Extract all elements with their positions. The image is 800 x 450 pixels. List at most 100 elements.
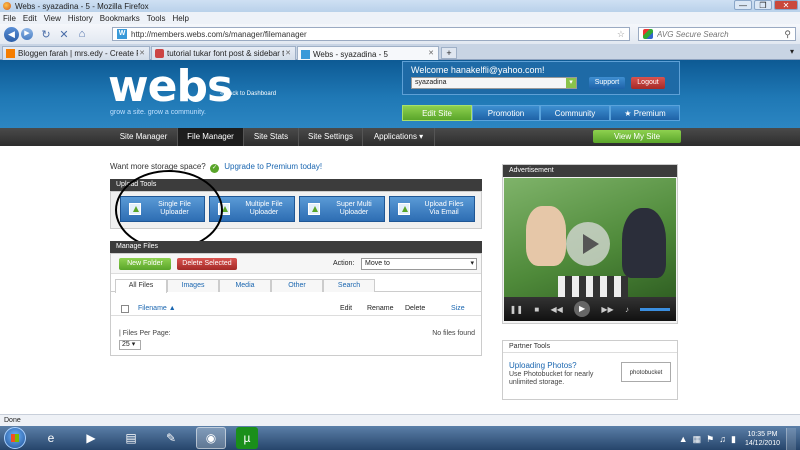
delete-selected-button[interactable]: Delete Selected (177, 258, 237, 270)
action-select[interactable]: Move to ▾ (361, 258, 477, 270)
files-per-page-select[interactable]: 25 ▾ (119, 340, 141, 350)
close-tab-icon[interactable]: ✕ (284, 50, 292, 58)
files-per-page-label: | Files Per Page: (119, 330, 171, 337)
maximize-button[interactable]: ❐ (754, 0, 772, 10)
rewind-icon[interactable]: ◀◀ (550, 305, 562, 314)
tab-webs[interactable]: Webs - syazadina - 5 ✕ (297, 46, 439, 61)
menu-file[interactable]: File (3, 14, 16, 23)
play-button-icon[interactable]: ▶ (574, 301, 591, 317)
upgrade-premium-link[interactable]: Upgrade to Premium today! (224, 162, 322, 171)
nav-site-stats[interactable]: Site Stats (244, 128, 299, 146)
address-bar[interactable]: W http://members.webs.com/s/manager/file… (112, 27, 630, 41)
tab-images[interactable]: Images (167, 279, 219, 292)
internet-explorer-icon[interactable]: e (36, 427, 66, 449)
tab-media[interactable]: Media (219, 279, 271, 292)
reload-icon[interactable]: ↻ (41, 28, 51, 41)
media-player-icon[interactable]: ▶ (76, 427, 106, 449)
home-icon[interactable]: ⌂ (77, 28, 87, 40)
forward-icon[interactable]: ▶▶ (601, 305, 613, 314)
edit-column: Edit (340, 305, 353, 312)
search-input[interactable] (657, 29, 777, 39)
manager-nav: Site Manager File Manager Site Stats Sit… (0, 128, 800, 146)
tab-search[interactable]: Search (323, 279, 375, 292)
mute-icon[interactable]: ♪ (625, 305, 629, 314)
logout-button[interactable]: Logout (631, 77, 665, 89)
tab-tutorial[interactable]: tutorial tukar font post & sidebar tit..… (151, 46, 296, 60)
tab-edit-site[interactable]: Edit Site (402, 105, 472, 121)
advertisement-header: Advertisement (503, 165, 677, 177)
bookmark-star-icon[interactable]: ☆ (617, 29, 625, 40)
folder-icon[interactable]: ▤ (116, 427, 146, 449)
network-icon[interactable]: ▦ (693, 434, 702, 445)
volume-icon[interactable]: ♫ (719, 434, 726, 444)
clock[interactable]: 10:35 PM 14/12/2010 (745, 430, 780, 448)
webs-logo[interactable]: webs (108, 65, 233, 109)
super-multi-uploader-button[interactable]: Super Multi Uploader (299, 196, 385, 222)
blogger-icon (6, 49, 15, 58)
new-tab-button[interactable]: + (441, 47, 457, 59)
start-button[interactable] (4, 427, 26, 449)
ad-video[interactable] (504, 178, 676, 309)
stop-icon[interactable]: ■ (534, 305, 539, 314)
forward-arrow-icon[interactable]: ▶ (21, 28, 33, 40)
menu-tools[interactable]: Tools (147, 14, 166, 23)
menu-history[interactable]: History (68, 14, 93, 23)
tab-premium[interactable]: ★ Premium (610, 105, 680, 121)
support-button[interactable]: Support (589, 77, 625, 89)
nav-site-settings[interactable]: Site Settings (299, 128, 363, 146)
utorrent-icon[interactable]: µ (236, 427, 258, 449)
uploading-photos-link[interactable]: Uploading Photos? (509, 361, 577, 370)
signal-icon[interactable]: ▮ (731, 434, 736, 445)
chevron-up-icon[interactable]: ▲ (679, 434, 688, 444)
close-tab-icon[interactable]: ✕ (138, 50, 146, 58)
new-folder-button[interactable]: New Folder (119, 258, 171, 270)
account-select[interactable]: syazadina ▾ (411, 77, 577, 89)
partner-tools-panel: Partner Tools Uploading Photos? Use Phot… (502, 340, 678, 400)
minimize-button[interactable]: — (734, 0, 752, 10)
paint-icon[interactable]: ✎ (156, 427, 186, 449)
filename-column[interactable]: Filename ▲ (138, 305, 176, 312)
nav-file-manager[interactable]: File Manager (178, 128, 244, 146)
file-toolbar: New Folder Delete Selected Action: Move … (111, 254, 481, 274)
menu-bookmarks[interactable]: Bookmarks (100, 14, 140, 23)
delete-column: Delete (405, 305, 426, 312)
list-tabs-icon[interactable]: ▾ (790, 47, 794, 56)
tab-all-files[interactable]: All Files (115, 279, 167, 293)
pause-icon[interactable]: ❚❚ (510, 305, 523, 314)
select-all-checkbox[interactable] (121, 305, 129, 313)
nav-applications[interactable]: Applications ▾ (363, 128, 435, 146)
photobucket-logo[interactable]: photobucket (621, 362, 671, 382)
tab-blogger[interactable]: Bloggen farah | mrs.edy - Create Post ✕ (2, 46, 150, 60)
search-icon[interactable]: ⚲ (784, 29, 791, 40)
tab-other[interactable]: Other (271, 279, 323, 292)
show-desktop-button[interactable] (786, 428, 796, 450)
back-arrow-icon[interactable]: ◀ (4, 26, 19, 42)
tab-community[interactable]: Community (540, 105, 610, 121)
size-column[interactable]: Size (451, 305, 465, 312)
storage-text: Want more storage space? (110, 162, 206, 171)
volume-slider[interactable] (640, 307, 671, 311)
windows-taskbar: e ▶ ▤ ✎ ◉ µ ▲ ▦ ⚑ ♫ ▮ 10:35 PM 14/12/201… (0, 426, 800, 450)
upload-via-email-button[interactable]: Upload Files Via Email (389, 196, 475, 222)
close-window-button[interactable]: ✕ (774, 0, 798, 10)
firefox-taskbar-icon[interactable]: ◉ (196, 427, 226, 449)
tab-promotion[interactable]: Promotion (472, 105, 540, 121)
button-label: Multiple File Uploader (245, 201, 283, 216)
close-tab-icon[interactable]: ✕ (427, 50, 435, 58)
partner-description: Use Photobucket for nearly unlimited sto… (509, 371, 594, 386)
menu-help[interactable]: Help (172, 14, 188, 23)
view-my-site-button[interactable]: View My Site (593, 130, 681, 143)
flag-icon[interactable]: ⚑ (706, 434, 714, 445)
search-box[interactable]: ⚲ (638, 27, 796, 41)
tab-strip: Bloggen farah | mrs.edy - Create Post ✕ … (0, 44, 800, 61)
tab-label: Webs - syazadina - 5 (313, 49, 388, 59)
file-filter-tabs: All Files Images Media Other Search (111, 277, 481, 293)
back-to-dashboard-link[interactable]: « Back to Dashboard (220, 91, 276, 98)
stop-icon[interactable]: ✕ (59, 28, 69, 41)
menu-view[interactable]: View (44, 14, 61, 23)
firefox-icon (3, 2, 11, 10)
play-icon[interactable] (566, 222, 610, 266)
nav-site-manager[interactable]: Site Manager (110, 128, 178, 146)
menu-edit[interactable]: Edit (23, 14, 37, 23)
account-value: syazadina (415, 79, 447, 86)
